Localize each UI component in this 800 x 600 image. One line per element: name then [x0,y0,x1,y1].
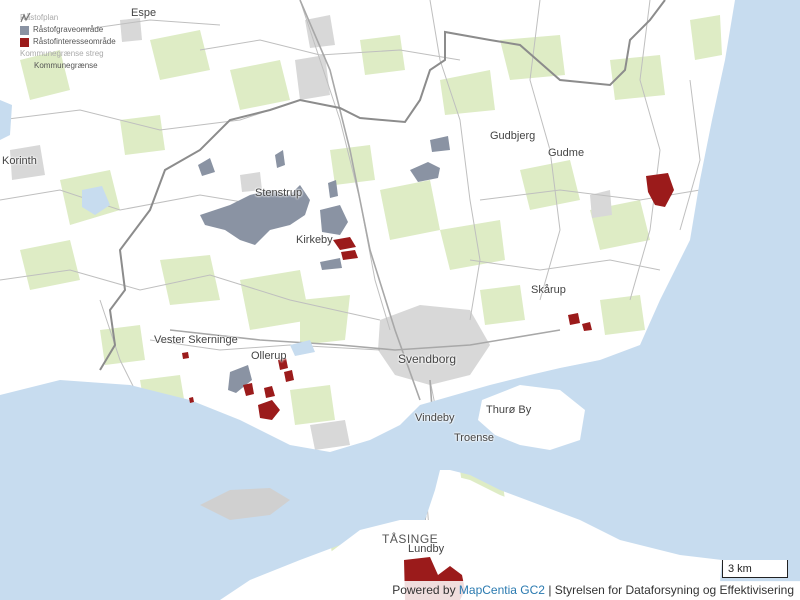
place-label-thuro-by: Thurø By [486,404,532,416]
scale-bar-label: 3 km [728,563,752,575]
place-label-svendborg: Svendborg [398,352,457,366]
place-label-stenstrup: Stenstrup [255,187,303,199]
scale-bar: 3 km [722,560,788,578]
attribution-suffix: | Styrelsen for Dataforsyning og Effekti… [548,583,794,597]
legend-item-interest: Råstofinteresseområde [20,36,116,48]
legend-title: Råstofplan [20,13,59,22]
attribution-bar: Powered by MapCentia GC2 | Styrelsen for… [387,581,800,600]
place-label-kirkeby: Kirkeby [296,234,333,246]
place-label-vindeby: Vindeby [415,412,455,424]
place-label-skarup: Skårup [531,284,566,296]
map-layers [0,0,800,600]
place-label-gudbjerg: Gudbjerg [490,130,536,142]
place-label-troense: Troense [454,432,494,444]
legend-item-border: Kommunegrænse [20,12,116,72]
place-label-gudme: Gudme [548,147,585,159]
place-label-lundby: Lundby [408,543,445,555]
legend-label-gravel: Råstofgraveområde [33,25,104,34]
legend-label-border: Kommunegrænse [34,61,98,70]
mapcentia-link[interactable]: MapCentia GC2 [459,583,545,597]
map-legend: Råstofplan Råstofgraveområde Råstofinter… [20,12,116,72]
place-label-espe: Espe [131,7,157,19]
map-canvas[interactable]: Espe Korinth Gudbjerg Gudme Stenstrup Ki… [0,0,800,600]
legend-item-border-group: Kommunegrænse streg [20,48,116,60]
legend-label-border-group: Kommunegrænse streg [20,49,104,58]
interest-swatch-icon [20,37,29,47]
place-label-vester-skerninge: Vester Skerninge [154,334,238,346]
place-label-korinth: Korinth [2,155,37,167]
legend-item-gravel: Råstofgraveområde [20,24,116,36]
attribution-prefix: Powered by [392,583,456,597]
place-label-ollerup: Ollerup [251,350,287,362]
legend-label-interest: Råstofinteresseområde [33,37,116,46]
diagonal-line-icon [20,12,31,72]
gravel-swatch-icon [20,25,29,35]
